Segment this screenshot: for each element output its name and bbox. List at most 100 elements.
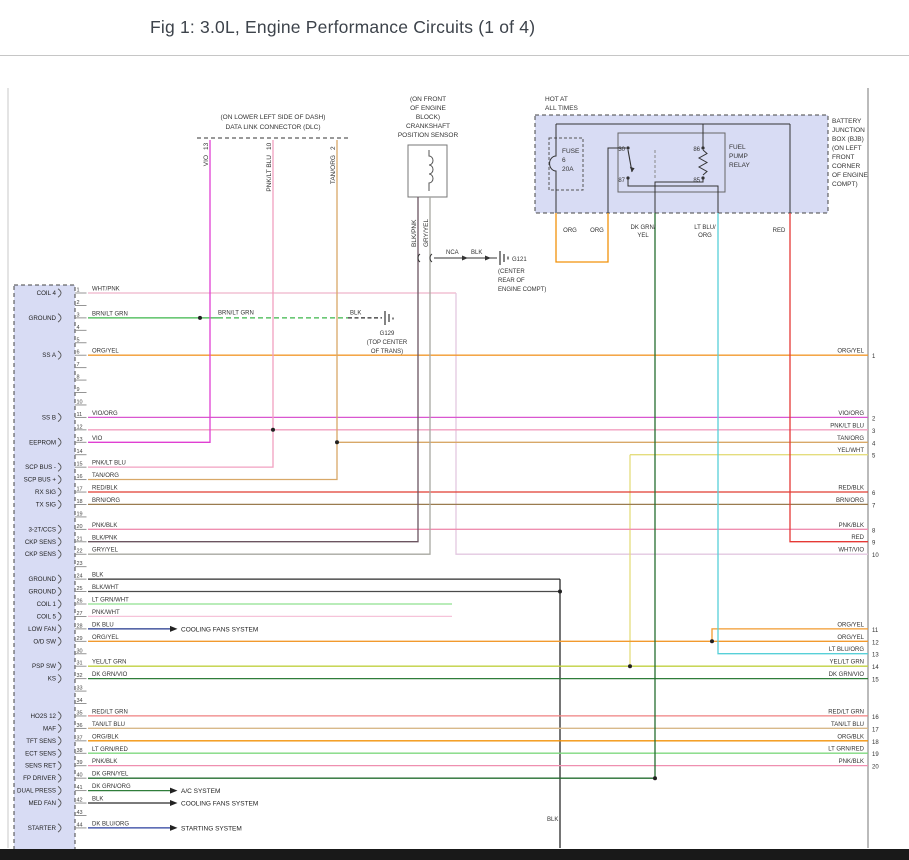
diagram-label: OF ENGINE	[410, 105, 446, 112]
diagram-label: CORNER	[832, 163, 860, 170]
wire-color-label: BRN/ORG	[836, 498, 864, 504]
wire-color-label: TAN/LT BLU	[831, 722, 864, 728]
wire-color-label: DK BLU/ORG	[92, 821, 129, 827]
pin-function-label: FP DRIVER	[23, 775, 56, 782]
diagram-label: 30	[618, 147, 625, 153]
diagram-label: VIO	[203, 155, 210, 166]
pin-function-label: GROUND	[29, 315, 57, 322]
junction-dot	[710, 639, 714, 643]
wire-color-label: TAN/ORG	[92, 473, 119, 479]
wire-color-label: PNK/LT BLU	[830, 423, 864, 429]
junction-dot	[198, 316, 202, 320]
wire-color-label: LT BLU/ORG	[829, 647, 864, 653]
offpage-ref-number: 14	[872, 665, 879, 671]
pin-function-label: SS A	[42, 352, 57, 359]
offpage-ref-number: 13	[872, 653, 879, 659]
diagram-label: (ON LOWER LEFT SIDE OF DASH)	[221, 114, 326, 121]
wire-color-label: RED/LT GRN	[92, 709, 128, 715]
diagram-label: ENGINE COMPT)	[498, 287, 546, 293]
diagram-label: 20A	[562, 166, 574, 173]
diagram-label: ORG	[698, 233, 712, 239]
offpage-ref-number: 16	[872, 715, 879, 721]
diagram-label: OF TRANS)	[371, 349, 403, 355]
pin-function-label: SENS RET	[25, 763, 56, 770]
wire-color-label: VIO	[92, 436, 103, 442]
diagram-label: OF ENGINE	[832, 172, 868, 179]
pin-number: 32	[77, 673, 83, 679]
pin-number: 15	[77, 462, 83, 468]
pin-function-label: HO2S 12	[31, 713, 57, 720]
pin-number: 26	[77, 599, 83, 605]
pin-function-label: PSP SW	[32, 663, 56, 670]
system-ref-label: COOLING FANS SYSTEM	[181, 801, 258, 808]
pin-number: 18	[77, 499, 83, 505]
pin-number: 19	[77, 511, 83, 517]
diagram-label: BRN/LT GRN	[218, 311, 254, 317]
pin-function-label: GROUND	[29, 576, 57, 583]
pin-function-label: TX SIG	[36, 501, 56, 508]
diagram-label: 6	[562, 157, 566, 164]
diagram-label: PNK/LT BLU	[266, 155, 273, 192]
wire-color-label: WHT/PNK	[92, 287, 120, 293]
system-ref-label: A/C SYSTEM	[181, 788, 220, 795]
figure-title: Fig 1: 3.0L, Engine Performance Circuits…	[150, 17, 535, 38]
pin-number: 9	[77, 387, 80, 393]
pin-number: 30	[77, 648, 83, 654]
pin-number: 29	[77, 636, 83, 642]
offpage-ref-number: 10	[872, 553, 879, 559]
pin-function-label: SS B	[42, 414, 56, 421]
wire-color-label: LT GRN/RED	[92, 747, 128, 753]
wire-color-label: RED/LT GRN	[828, 709, 864, 715]
pcm-connector-box	[14, 285, 75, 860]
junction-dot	[335, 440, 339, 444]
pin-number: 10	[77, 399, 83, 405]
system-ref-label: COOLING FANS SYSTEM	[181, 626, 258, 633]
offpage-ref-number: 18	[872, 740, 879, 746]
diagram-label: ORG	[563, 228, 577, 234]
wire-color-label: YEL/WHT	[837, 448, 864, 454]
diagram-label: TAN/ORG	[330, 155, 337, 184]
pin-number: 11	[77, 412, 83, 418]
pin-function-label: COIL 4	[37, 290, 57, 297]
wire-color-label: BLK/WHT	[92, 585, 119, 591]
diagram-label: BLOCK)	[416, 114, 440, 121]
diagram-label: LT BLU/	[694, 225, 716, 231]
pin-number: 7	[77, 362, 80, 368]
wire-color-label: ORG/YEL	[92, 349, 119, 355]
wire-color-label: VIO/ORG	[92, 411, 118, 417]
pin-number: 35	[77, 710, 83, 716]
wire-color-label: WHT/VIO	[838, 548, 864, 554]
wire-color-label: DK BLU	[92, 622, 114, 628]
pin-number: 2	[77, 300, 80, 306]
diagram-label: (TOP CENTER	[367, 340, 408, 346]
wire-color-label: ORG/BLK	[837, 734, 864, 740]
system-ref-label: STARTING SYSTEM	[181, 825, 242, 832]
diagram-label: 2	[330, 146, 337, 150]
wire-color-label: BLK	[92, 797, 103, 803]
wire-color-label: YEL/LT GRN	[830, 660, 864, 666]
diagram-label: BLK	[350, 311, 361, 317]
pin-number: 14	[77, 449, 83, 455]
pin-number: 20	[77, 524, 83, 530]
pin-number: 36	[77, 723, 83, 729]
wire-color-label: RED/BLK	[92, 486, 118, 492]
wire-color-label: RED	[851, 535, 864, 541]
diagram-label: 87	[618, 178, 625, 184]
junction-dot	[558, 590, 562, 594]
bottom-bar	[0, 849, 909, 860]
pin-function-label: GROUND	[29, 589, 57, 596]
wire-color-label: DK GRN/VIO	[92, 672, 128, 678]
diagram-label: DATA LINK CONNECTOR (DLC)	[226, 124, 321, 131]
figure-title-bar: Fig 1: 3.0L, Engine Performance Circuits…	[0, 0, 909, 56]
wire-color-label: ORG/YEL	[92, 635, 119, 641]
diagram-label: (CENTER	[498, 269, 525, 275]
wire-color-label: BLK/PNK	[92, 535, 117, 541]
pin-number: 39	[77, 760, 83, 766]
offpage-ref-number: 19	[872, 752, 879, 758]
diagram-label: BOX (BJB)	[832, 136, 864, 143]
wiring-diagram: 1234567891011121314151617181920212223242…	[0, 56, 909, 860]
diagram-label: G121	[512, 257, 527, 263]
pin-function-label: COIL 1	[37, 601, 57, 608]
pin-function-label: SCP BUS +	[24, 477, 57, 484]
relay-pin-dot	[701, 146, 704, 149]
